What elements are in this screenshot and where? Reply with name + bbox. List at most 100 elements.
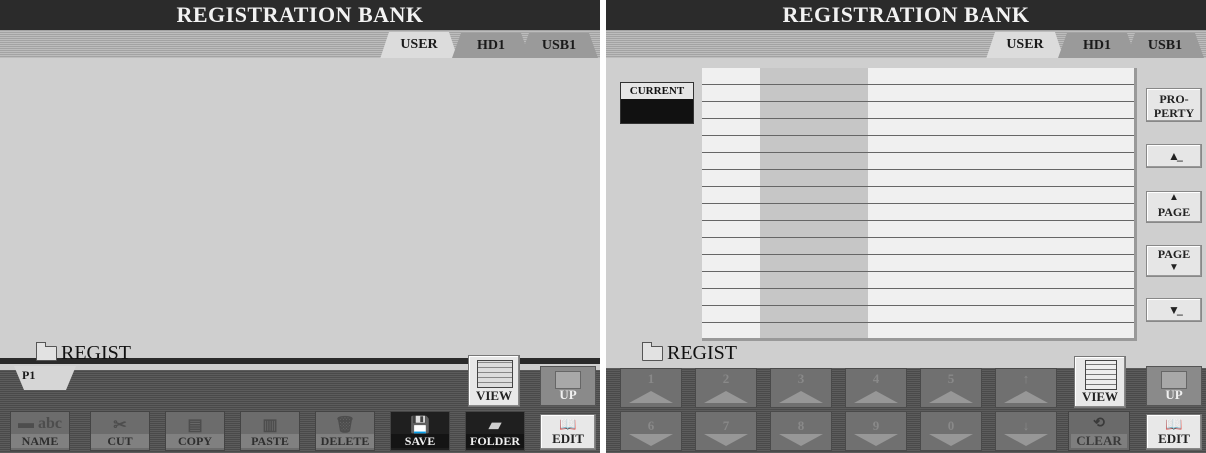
tab-hd1[interactable]: HD1 <box>1058 33 1136 58</box>
number-label: 7 <box>722 418 730 433</box>
folder-icon <box>642 342 663 361</box>
list-view-icon <box>1085 360 1117 390</box>
paste-icon: ▥ <box>262 417 278 434</box>
new-folder-icon: ▰ <box>488 417 502 434</box>
number-button-5[interactable]: 5 <box>920 368 982 408</box>
clear-button[interactable]: ⟲ CLEAR <box>1068 411 1130 451</box>
view-button[interactable]: VIEW <box>468 355 520 407</box>
cut-label: CUT <box>91 434 149 448</box>
page-up-button[interactable]: ▲ PAGE <box>1146 191 1202 223</box>
page-down-button[interactable]: PAGE ▼ <box>1146 245 1202 277</box>
number-label: 2 <box>722 371 730 386</box>
tab-hd1[interactable]: HD1 <box>452 33 530 58</box>
current-label: CURRENT <box>621 83 693 99</box>
number-label: 6 <box>647 418 655 433</box>
floppy-icon: 💾 <box>410 417 430 434</box>
panel-title: REGISTRATION BANK <box>606 0 1206 30</box>
folder-icon <box>36 342 57 361</box>
arrow-up-icon <box>629 391 673 403</box>
arrow-up-icon <box>704 391 748 403</box>
cut-button[interactable]: ✂ CUT <box>90 411 150 451</box>
arrow-down-icon <box>629 434 673 446</box>
cursor-up-label: ↑ <box>1022 371 1030 386</box>
up-button[interactable]: UP <box>540 366 596 406</box>
number-label: 9 <box>872 418 880 433</box>
number-label: 5 <box>947 371 955 386</box>
file-area[interactable] <box>0 58 600 358</box>
scroll-top-icon: ▲̲ <box>1168 149 1180 163</box>
scroll-top-button[interactable]: ▲̲ <box>1146 144 1202 168</box>
edit-label: EDIT <box>552 431 584 446</box>
cursor-down-label: ↓ <box>1022 418 1030 433</box>
number-label: 4 <box>872 371 880 386</box>
clear-label: CLEAR <box>1071 434 1127 448</box>
copy-icon: ▤ <box>187 417 203 434</box>
number-button-1[interactable]: 1 <box>620 368 682 408</box>
page-up-label: PAGE <box>1157 205 1191 219</box>
tab-row: USER HD1 USB1 <box>0 30 600 58</box>
view-label: VIEW <box>1081 389 1119 404</box>
up-label: UP <box>1165 387 1183 402</box>
number-button-8[interactable]: 8 <box>770 411 832 451</box>
current-box[interactable]: CURRENT <box>620 82 694 124</box>
trash-icon: 🗑 <box>334 417 356 434</box>
arrow-down-icon <box>929 434 973 446</box>
tab-usb1[interactable]: USB1 <box>520 33 598 58</box>
number-button-9[interactable]: 9 <box>845 411 907 451</box>
scroll-bottom-button[interactable]: ▼̲ <box>1146 298 1202 322</box>
view-button[interactable]: VIEW <box>1074 356 1126 408</box>
name-button[interactable]: ▬ abc NAME <box>10 411 70 451</box>
list-view-icon <box>477 360 513 388</box>
folder-label: FOLDER <box>466 434 524 448</box>
panel-divider <box>600 0 606 453</box>
edit-label: EDIT <box>1158 431 1190 446</box>
copy-button[interactable]: ▤ COPY <box>165 411 225 451</box>
number-button-6[interactable]: 6 <box>620 411 682 451</box>
path-label: REGIST <box>61 342 131 364</box>
delete-button[interactable]: 🗑 DELETE <box>315 411 375 451</box>
up-button[interactable]: UP <box>1146 366 1202 406</box>
number-button-4[interactable]: 4 <box>845 368 907 408</box>
number-button-2[interactable]: 2 <box>695 368 757 408</box>
arrow-down-icon: ▼ <box>1169 262 1179 273</box>
arrow-up-icon <box>1004 391 1048 403</box>
name-label: NAME <box>11 434 69 448</box>
cursor-down-button[interactable]: ↓ <box>995 411 1057 451</box>
scissors-icon: ✂ <box>113 417 127 434</box>
folder-button[interactable]: ▰ FOLDER <box>465 411 525 451</box>
property-button[interactable]: PRO- PERTY <box>1146 88 1202 122</box>
edit-button[interactable]: 📖 EDIT <box>540 414 596 450</box>
clear-icon: ⟲ <box>1093 416 1105 431</box>
arrow-up-icon <box>929 391 973 403</box>
save-label: SAVE <box>391 434 449 448</box>
number-button-7[interactable]: 7 <box>695 411 757 451</box>
tab-row: USER HD1 USB1 <box>606 30 1206 58</box>
arrow-down-icon <box>1004 434 1048 446</box>
tab-usb1[interactable]: USB1 <box>1126 33 1204 58</box>
registration-list[interactable] <box>702 68 1137 341</box>
name-icon: ▬ abc <box>18 415 62 432</box>
arrow-down-icon <box>779 434 823 446</box>
paste-button[interactable]: ▥ PASTE <box>240 411 300 451</box>
delete-label: DELETE <box>316 434 374 448</box>
edit-button[interactable]: 📖 EDIT <box>1146 414 1202 450</box>
tab-user[interactable]: USER <box>986 32 1064 59</box>
paste-label: PASTE <box>241 434 299 448</box>
arrow-down-icon <box>854 434 898 446</box>
panel-title: REGISTRATION BANK <box>0 0 600 30</box>
tab-user[interactable]: USER <box>380 32 458 59</box>
arrow-up-icon <box>779 391 823 403</box>
copy-label: COPY <box>166 434 224 448</box>
number-label: 3 <box>797 371 805 386</box>
cursor-up-button[interactable]: ↑ <box>995 368 1057 408</box>
number-button-3[interactable]: 3 <box>770 368 832 408</box>
page-down-label: PAGE <box>1157 247 1191 261</box>
arrow-up-icon <box>854 391 898 403</box>
save-button[interactable]: 💾 SAVE <box>390 411 450 451</box>
path-label: REGIST <box>667 342 737 364</box>
up-label: UP <box>559 387 577 402</box>
page-tab-p1[interactable]: P1 <box>22 368 35 383</box>
file-panel-left: REGISTRATION BANK USER HD1 USB1 REGIST P… <box>0 0 600 453</box>
number-label: 8 <box>797 418 805 433</box>
number-button-0[interactable]: 0 <box>920 411 982 451</box>
